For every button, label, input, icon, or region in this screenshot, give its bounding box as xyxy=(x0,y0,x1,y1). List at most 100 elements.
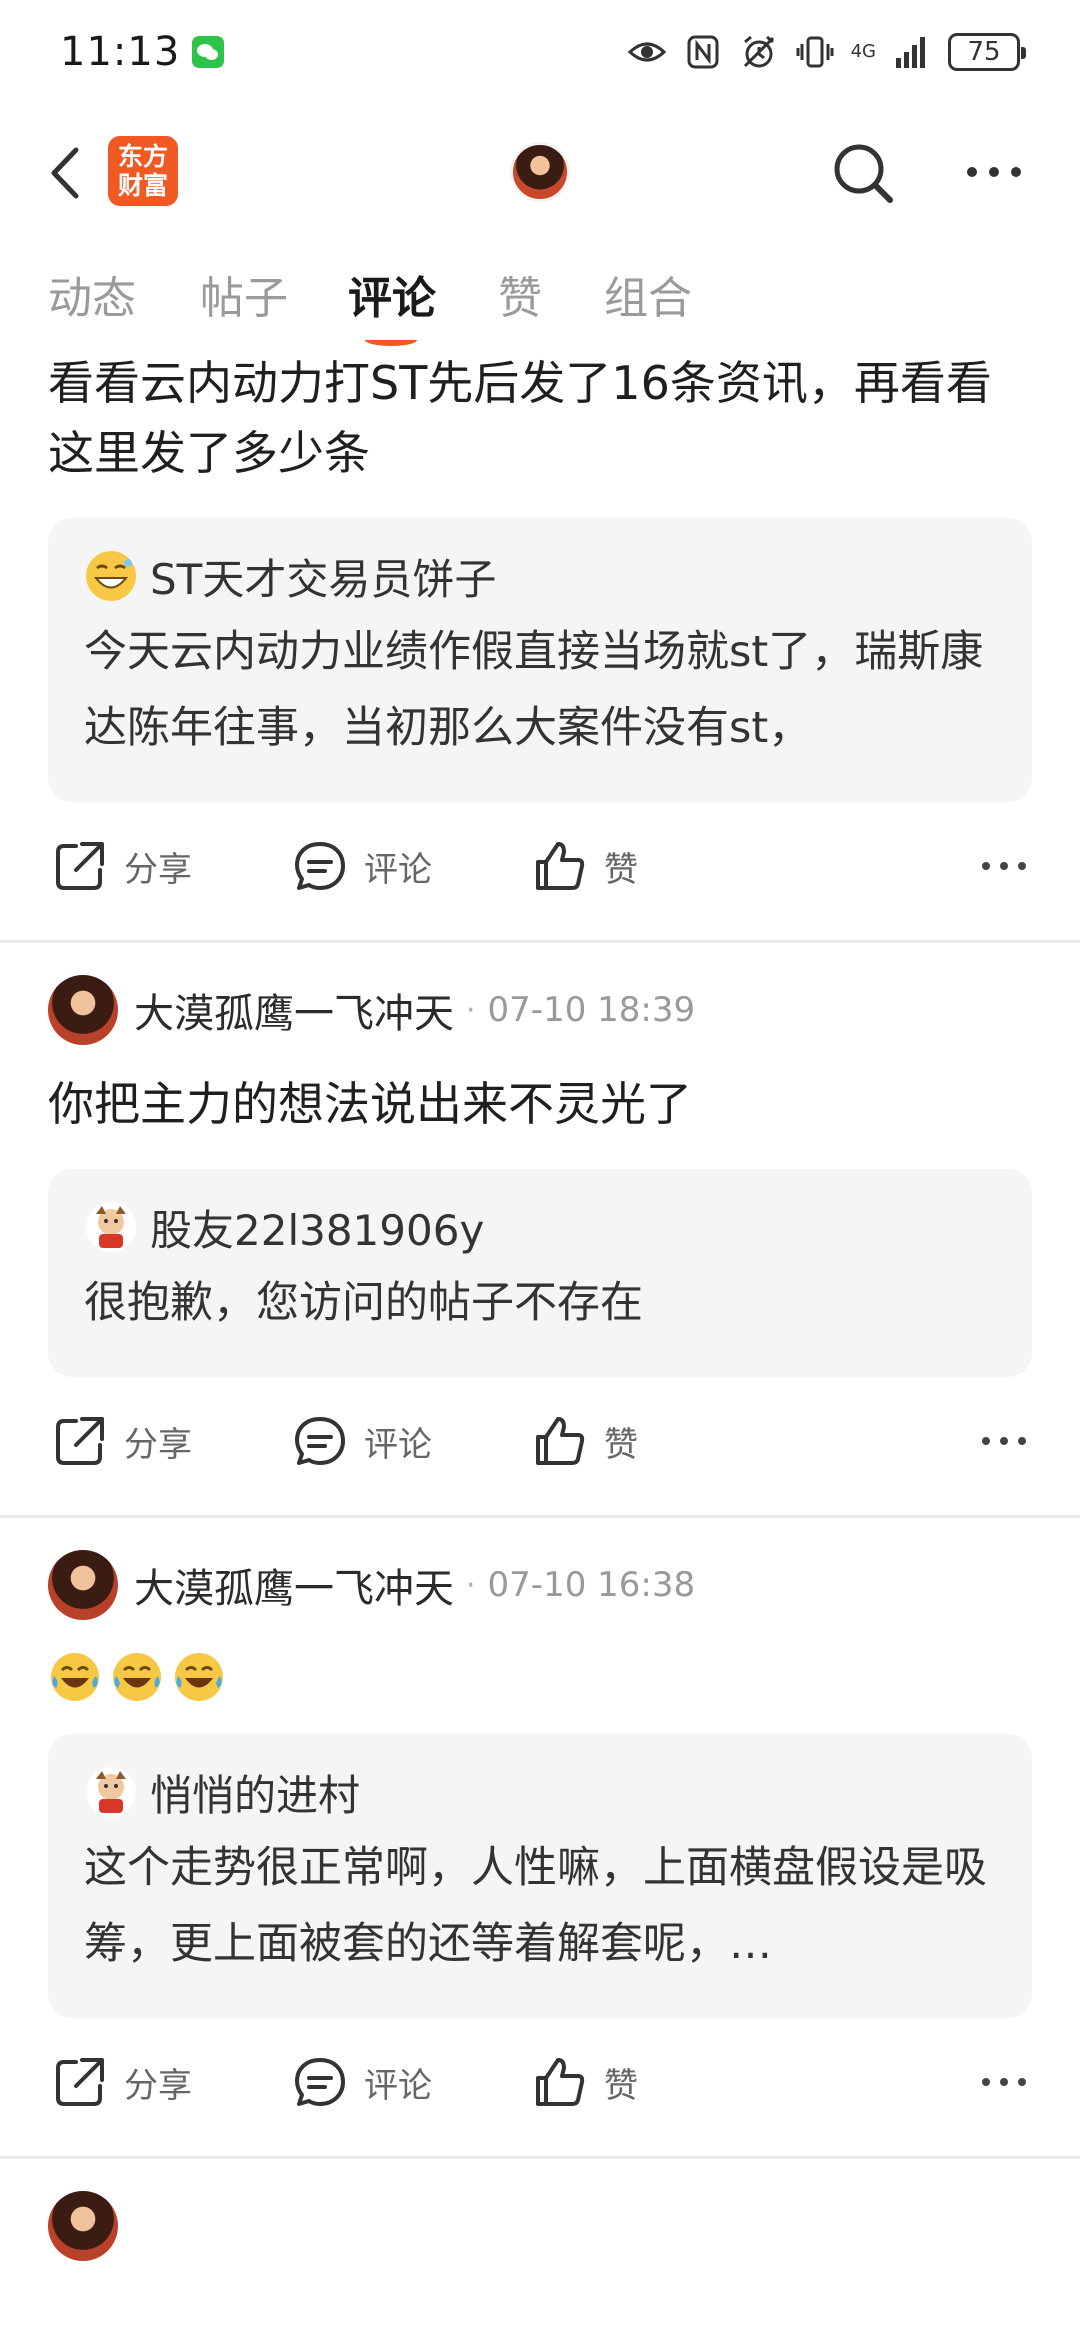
comment-icon xyxy=(295,1417,345,1465)
comment-button[interactable]: 评论 xyxy=(292,1413,432,1469)
comment-button[interactable]: 评论 xyxy=(292,2054,432,2110)
nfc-icon xyxy=(687,35,719,69)
comment-card[interactable]: 大漠孤鹰一飞冲天 · 07-10 16:38 悄悄的进村 这个走势很正常啊，人性… xyxy=(0,1540,1080,2159)
thumbs-up-icon xyxy=(536,1417,585,1465)
like-label: 赞 xyxy=(604,849,638,890)
status-icons: 4G 75 xyxy=(627,32,1026,72)
action-bar: 分享 评论 赞 xyxy=(0,1377,1080,1515)
separator-dot: · xyxy=(466,992,476,1028)
comment-header: 大漠孤鹰一飞冲天 · 07-10 16:38 xyxy=(0,1540,1080,1630)
share-icon xyxy=(56,842,104,890)
like-button[interactable]: 赞 xyxy=(532,838,638,894)
like-button[interactable]: 赞 xyxy=(532,1413,638,1469)
share-label: 分享 xyxy=(124,1424,192,1465)
more-options-icon[interactable] xyxy=(980,1431,1028,1451)
share-button[interactable]: 分享 xyxy=(52,838,192,894)
comment-icon xyxy=(295,842,345,890)
tab-likes[interactable]: 赞 xyxy=(498,262,542,326)
share-label: 分享 xyxy=(124,2065,192,2106)
eye-icon xyxy=(627,42,666,62)
vibrate-icon xyxy=(796,36,834,68)
divider xyxy=(0,1515,1080,1518)
thumbs-up-icon xyxy=(536,842,585,890)
tab-feed[interactable]: 动态 xyxy=(48,262,136,326)
like-button[interactable]: 赞 xyxy=(532,2054,638,2110)
wechat-icon xyxy=(192,36,225,68)
quoted-post-header: ST天才交易员饼子 xyxy=(84,546,996,606)
quoted-author[interactable]: 股友22l381906y xyxy=(150,1197,484,1258)
comment-label: 评论 xyxy=(364,849,432,890)
comment-card[interactable]: 大漠孤鹰一飞冲天 · 07-10 18:39 你把主力的想法说出来不灵光了 股友… xyxy=(0,965,1080,1518)
comment-icon xyxy=(295,2058,345,2106)
quoted-author[interactable]: ST天才交易员饼子 xyxy=(150,546,496,607)
author-name[interactable]: 大漠孤鹰一飞冲天 xyxy=(134,981,454,1039)
share-icon xyxy=(56,1417,104,1465)
quoted-text: 今天云内动力业绩作假直接当场就st了，瑞斯康达陈年往事，当初那么大案件没有st， xyxy=(84,627,984,753)
like-label: 赞 xyxy=(604,2065,638,2106)
share-label: 分享 xyxy=(124,849,192,890)
tab-active-indicator xyxy=(365,334,417,346)
author-name[interactable]: 大漠孤鹰一飞冲天 xyxy=(134,1556,454,1614)
tears-of-joy-emoji xyxy=(113,1653,161,1701)
logo-line1: 东方 xyxy=(117,142,168,171)
more-options-icon[interactable] xyxy=(980,856,1028,876)
separator-dot: · xyxy=(466,1567,476,1603)
tab-bar: 动态 帖子 评论 赞 组合 xyxy=(0,262,1080,342)
tab-comments[interactable]: 评论 xyxy=(348,262,436,326)
avatar[interactable] xyxy=(48,975,118,1045)
comment-header: 大漠孤鹰一飞冲天 · 07-10 18:39 xyxy=(0,965,1080,1055)
status-bar: 11:13 4G 75 xyxy=(0,0,1080,104)
comment-text: 你把主力的想法说出来不灵光了 xyxy=(48,1077,692,1131)
divider xyxy=(0,2156,1080,2159)
tab-portfolio[interactable]: 组合 xyxy=(604,262,692,326)
action-bar: 分享 评论 赞 xyxy=(0,802,1080,940)
avatar[interactable] xyxy=(48,2191,118,2261)
action-bar: 分享 评论 赞 xyxy=(0,2018,1080,2156)
search-icon[interactable] xyxy=(828,138,898,208)
battery-icon: 75 xyxy=(948,33,1026,71)
share-button[interactable]: 分享 xyxy=(52,1413,192,1469)
comment-card[interactable]: 看看云内动力打ST先后发了16条资讯，再看看这里发了多少条 ST天才交易员饼子 … xyxy=(0,348,1080,943)
signal-icon xyxy=(896,37,925,68)
quoted-author[interactable]: 悄悄的进村 xyxy=(150,1762,360,1823)
profile-avatar[interactable] xyxy=(510,142,570,202)
thumbs-up-icon xyxy=(536,2058,585,2106)
comment-time: 07-10 16:38 xyxy=(487,1565,696,1605)
more-icon[interactable] xyxy=(962,150,1026,194)
more-options-icon[interactable] xyxy=(980,2072,1028,2092)
tears-of-joy-emoji xyxy=(51,1653,99,1701)
zodiac-avatar-icon xyxy=(86,1767,136,1817)
tears-of-joy-emoji xyxy=(175,1653,223,1701)
comment-time: 07-10 18:39 xyxy=(487,990,696,1030)
quoted-post-header: 股友22l381906y xyxy=(84,1197,996,1257)
comment-feed: 看看云内动力打ST先后发了16条资讯，再看看这里发了多少条 ST天才交易员饼子 … xyxy=(0,348,1080,2271)
quoted-post-header: 悄悄的进村 xyxy=(84,1762,996,1822)
nav-bar: 东方 财富 xyxy=(0,120,1080,224)
quoted-text: 这个走势很正常啊，人性嘛，上面横盘假设是吸筹，更上面被套的还等着解套呢，… xyxy=(84,1843,987,1969)
app-logo[interactable]: 东方 财富 xyxy=(108,136,178,206)
comment-emojis xyxy=(0,1630,1080,1704)
network-type: 4G xyxy=(850,41,876,62)
share-icon xyxy=(56,2058,104,2106)
quoted-text: 很抱歉，您访问的帖子不存在 xyxy=(84,1278,643,1328)
comment-header xyxy=(0,2181,1080,2271)
share-button[interactable]: 分享 xyxy=(52,2054,192,2110)
back-icon[interactable] xyxy=(42,146,92,200)
comment-label: 评论 xyxy=(364,2065,432,2106)
zodiac-avatar-icon xyxy=(86,1202,136,1252)
comment-text: 看看云内动力打ST先后发了16条资讯，再看看这里发了多少条 xyxy=(48,356,992,480)
comment-label: 评论 xyxy=(364,1424,432,1465)
alarm-icon xyxy=(743,35,774,68)
tab-posts[interactable]: 帖子 xyxy=(200,262,288,326)
quoted-post[interactable]: 悄悄的进村 这个走势很正常啊，人性嘛，上面横盘假设是吸筹，更上面被套的还等着解套… xyxy=(48,1734,1032,2018)
quoted-post[interactable]: ST天才交易员饼子 今天云内动力业绩作假直接当场就st了，瑞斯康达陈年往事，当初… xyxy=(48,518,1032,802)
grin-emoji-avatar xyxy=(86,551,136,601)
divider xyxy=(0,940,1080,943)
logo-line2: 财富 xyxy=(117,171,168,200)
like-label: 赞 xyxy=(604,1424,638,1465)
status-time: 11:13 xyxy=(60,29,181,75)
quoted-post[interactable]: 股友22l381906y 很抱歉，您访问的帖子不存在 xyxy=(48,1169,1032,1377)
comment-card[interactable] xyxy=(0,2181,1080,2271)
avatar[interactable] xyxy=(48,1550,118,1620)
comment-button[interactable]: 评论 xyxy=(292,838,432,894)
